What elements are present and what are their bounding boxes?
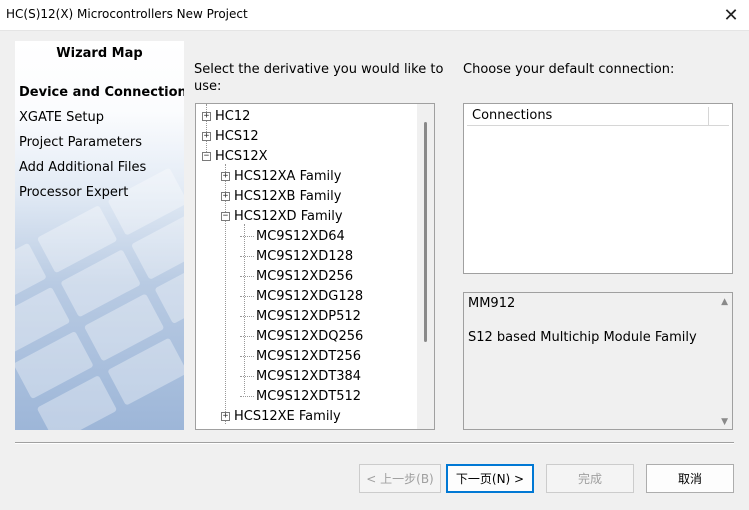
tree-node[interactable]: − HCS12XD Family — [221, 206, 343, 226]
wizard-map-panel: Wizard Map Device and Connection XGATE S… — [15, 41, 184, 430]
separator — [15, 442, 734, 444]
finish-button[interactable]: 完成 — [546, 464, 634, 493]
connection-label: Choose your default connection: — [463, 62, 675, 77]
tree-leaf-connector — [240, 295, 254, 297]
tree-node[interactable]: + HCS12 — [202, 126, 259, 146]
wizard-step-xgate-setup: XGATE Setup — [19, 110, 104, 125]
expand-icon[interactable]: + — [202, 111, 211, 121]
tree-node-label[interactable]: MC9S12XDQ256 — [256, 329, 363, 344]
close-icon[interactable]: ✕ — [713, 0, 749, 30]
tree-scrollbar-thumb[interactable] — [424, 122, 427, 342]
wizard-map-title: Wizard Map — [56, 46, 143, 61]
tree-node-label[interactable]: HCS12XE Family — [234, 409, 341, 424]
description-text: S12 based Multichip Module Family — [468, 330, 697, 345]
tree-node[interactable]: + HCS12XB Family — [221, 186, 341, 206]
expand-icon[interactable]: + — [221, 411, 230, 421]
tree-node[interactable]: MC9S12XD256 — [240, 266, 353, 286]
title-bar: HC(S)12(X) Microcontrollers New Project … — [0, 0, 749, 31]
tree-node-label[interactable]: HCS12 — [215, 129, 259, 144]
tree-node-label[interactable]: MC9S12XDT512 — [256, 389, 361, 404]
tree-leaf-connector — [240, 235, 254, 237]
tree-node[interactable]: MC9S12XDT384 — [240, 366, 361, 386]
derivative-tree[interactable]: + HC12 + HCS12− HCS12X + HCS12XA Family + HCS12X… — [195, 103, 435, 430]
connections-list[interactable]: Connections — [463, 103, 733, 274]
tree-node[interactable]: + HCS12XE Family — [221, 406, 341, 426]
derivative-label-line2: use: — [194, 79, 222, 94]
description-title: MM912 — [468, 296, 516, 311]
wizard-step-project-parameters: Project Parameters — [19, 135, 143, 150]
tree-node-label[interactable]: MC9S12XDP512 — [256, 309, 361, 324]
tree-leaf-connector — [240, 375, 254, 377]
tree-node-label[interactable]: HCS12XB Family — [234, 189, 341, 204]
tree-leaf-connector — [240, 335, 254, 337]
expand-icon[interactable]: + — [221, 171, 230, 181]
tree-node-label[interactable]: MC9S12XD64 — [256, 229, 345, 244]
derivative-label-line1: Select the derivative you would like to — [194, 62, 444, 77]
window-title: HC(S)12(X) Microcontrollers New Project — [6, 7, 248, 21]
tree-leaf-connector — [240, 255, 254, 257]
tree-scrollbar[interactable] — [417, 104, 434, 429]
tree-node[interactable]: MC9S12XD128 — [240, 246, 353, 266]
tree-node-label[interactable]: HCS12XA Family — [234, 169, 341, 184]
back-button[interactable]: < 上一步(B) — [359, 464, 441, 493]
tree-node-label[interactable]: MC9S12XDT256 — [256, 349, 361, 364]
tree-node[interactable]: + HC12 — [202, 106, 250, 126]
scroll-down-icon[interactable]: ▼ — [721, 417, 728, 427]
tree-node[interactable]: MC9S12XDG128 — [240, 286, 363, 306]
tree-node-label[interactable]: MC9S12XDT384 — [256, 369, 361, 384]
wizard-step-device-connection: Device and Connection — [19, 85, 184, 100]
scroll-up-icon[interactable]: ▲ — [721, 297, 728, 307]
wizard-step-processor-expert: Processor Expert — [19, 185, 129, 200]
cancel-button[interactable]: 取消 — [646, 464, 734, 493]
derivative-label: Select the derivative you would like to … — [194, 61, 443, 95]
tree-node[interactable]: MC9S12XDQ256 — [240, 326, 363, 346]
tree-leaf-connector — [240, 355, 254, 357]
tree-node-label[interactable]: MC9S12XDG128 — [256, 289, 363, 304]
column-header-filler — [709, 107, 729, 126]
expand-icon[interactable]: + — [221, 191, 230, 201]
tree-node-label[interactable]: HC12 — [215, 109, 250, 124]
collapse-icon[interactable]: − — [221, 211, 230, 221]
connections-column-header[interactable]: Connections — [467, 107, 709, 126]
tree-node[interactable]: + HCS12XA Family — [221, 166, 341, 186]
expand-icon[interactable]: + — [202, 131, 211, 141]
tree-node[interactable]: − HCS12X — [202, 146, 268, 166]
tree-node-label[interactable]: HCS12X — [215, 149, 268, 164]
tree-node[interactable]: MC9S12XDT256 — [240, 346, 361, 366]
tree-node-label[interactable]: MC9S12XD128 — [256, 249, 353, 264]
description-box[interactable]: MM912 S12 based Multichip Module Family … — [463, 292, 733, 430]
tree-node[interactable]: MC9S12XDP512 — [240, 306, 361, 326]
collapse-icon[interactable]: − — [202, 151, 211, 161]
tree-leaf-connector — [240, 395, 254, 397]
tree-leaf-connector — [240, 315, 254, 317]
tree-leaf-connector — [240, 275, 254, 277]
tree-node[interactable]: MC9S12XD64 — [240, 226, 345, 246]
wizard-step-add-files: Add Additional Files — [19, 160, 147, 175]
next-button[interactable]: 下一页(N) > — [446, 464, 534, 493]
tree-node[interactable]: MC9S12XDT512 — [240, 386, 361, 406]
tree-node-label[interactable]: HCS12XD Family — [234, 209, 343, 224]
tree-node-label[interactable]: MC9S12XD256 — [256, 269, 353, 284]
